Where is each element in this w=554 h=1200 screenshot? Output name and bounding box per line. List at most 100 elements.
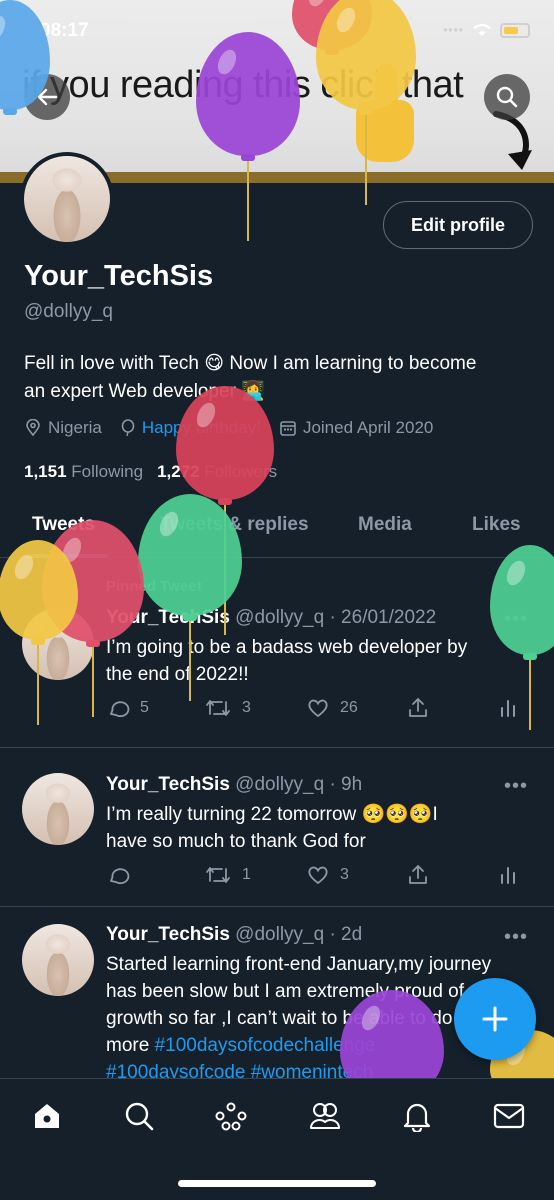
- following-count: 1,151: [24, 462, 67, 481]
- notifications-icon: [403, 1103, 431, 1132]
- tweet-line: the end of 2022!!: [106, 664, 249, 685]
- like-count: 26: [340, 699, 358, 716]
- tweet-line: I’m really turning 22 tomorrow 🥺🥺🥺I: [106, 804, 438, 825]
- home-icon: [35, 1104, 59, 1128]
- wifi-icon: [473, 23, 491, 36]
- joined-text: Joined April 2020: [302, 418, 434, 437]
- search-icon: [125, 1102, 154, 1131]
- more-options-icon[interactable]: •••: [504, 608, 528, 631]
- followers-label: Followers: [204, 462, 278, 481]
- tweet-text: I’m really turning 22 tomorrow 🥺🥺🥺I have…: [106, 801, 536, 855]
- share-button[interactable]: [406, 696, 430, 720]
- tweet-line: I’m going to be a badass web developer b…: [106, 637, 468, 658]
- tweet-header: Your_TechSis @dollyy_q · 2d: [106, 924, 362, 946]
- retweet-count: 3: [242, 699, 251, 716]
- followers-count: 1,272: [157, 462, 200, 481]
- analytics-icon: [501, 867, 515, 884]
- search-button[interactable]: [484, 74, 530, 120]
- like-count: 3: [340, 866, 349, 883]
- nav-notifications[interactable]: [400, 1099, 434, 1133]
- tweet-avatar[interactable]: [22, 773, 94, 845]
- arrow-left-icon: [37, 88, 58, 106]
- tweet-meta: @dollyy_q · 9h: [235, 774, 363, 795]
- more-options-icon[interactable]: •••: [504, 775, 528, 798]
- tweet-line: have so much to thank God for: [106, 831, 366, 852]
- analytics-button[interactable]: [498, 863, 518, 887]
- tab-likes[interactable]: Likes: [472, 514, 521, 536]
- tab-tweets[interactable]: Tweets: [32, 514, 95, 536]
- retweet-button[interactable]: 1: [204, 863, 251, 887]
- birthday-text[interactable]: Happy birthday!: [142, 418, 261, 438]
- bio-line: Fell in love with Tech 😋 Now I am learni…: [24, 353, 477, 374]
- reply-button[interactable]: [106, 863, 140, 887]
- profile-avatar[interactable]: [20, 152, 114, 246]
- follow-stats: 1,151 Following 1,272 Followers: [24, 462, 277, 482]
- tweet-header: Your_TechSis @dollyy_q · 26/01/2022: [106, 607, 436, 629]
- tweet-author-name: Your_TechSis: [106, 924, 230, 945]
- more-options-icon[interactable]: •••: [504, 926, 528, 949]
- analytics-icon: [501, 700, 515, 717]
- reply-count: 5: [140, 699, 149, 716]
- heart-icon: [308, 699, 328, 718]
- nav-messages[interactable]: [492, 1099, 526, 1133]
- retweet-button[interactable]: 3: [204, 696, 251, 720]
- retweet-count: 1: [242, 866, 251, 883]
- tweet-actions: 1 3: [106, 863, 522, 889]
- following-label: Following: [71, 462, 144, 481]
- search-icon: [496, 86, 518, 108]
- location-text: Nigeria: [48, 418, 102, 437]
- communities-icon: [310, 1103, 340, 1129]
- joined-item: Joined April 2020: [279, 418, 433, 438]
- retweet-icon: [206, 867, 230, 883]
- tweet-meta: @dollyy_q · 2d: [235, 924, 363, 945]
- hashtag-link[interactable]: #100daysofcodechallenge: [155, 1035, 376, 1056]
- edit-profile-button[interactable]: Edit profile: [383, 201, 533, 249]
- reply-button[interactable]: 5: [106, 696, 149, 720]
- tab-media[interactable]: Media: [358, 514, 412, 536]
- share-icon: [409, 865, 427, 884]
- tweet-header: Your_TechSis @dollyy_q · 9h: [106, 774, 362, 796]
- followers-link[interactable]: 1,272 Followers: [157, 462, 277, 482]
- profile-handle: @dollyy_q: [24, 301, 113, 322]
- retweet-icon: [206, 700, 230, 716]
- status-icons: ••••: [443, 22, 530, 38]
- back-button[interactable]: [24, 74, 70, 120]
- tweet-item[interactable]: Your_TechSis @dollyy_q · 9h ••• I’m real…: [0, 749, 554, 907]
- curved-arrow-icon: [493, 111, 532, 170]
- thumbs-up-hand: [356, 100, 414, 162]
- tweet-meta: @dollyy_q · 26/01/2022: [235, 607, 437, 628]
- compose-tweet-button[interactable]: [454, 978, 536, 1060]
- tweet-line: #100daysofcode #womenintech: [106, 1059, 546, 1078]
- like-button[interactable]: 3: [306, 863, 349, 887]
- tweet-avatar[interactable]: [22, 608, 94, 680]
- status-bar: 08:17 ••••: [0, 0, 554, 60]
- share-icon: [409, 698, 427, 717]
- nav-communities[interactable]: [308, 1099, 342, 1133]
- heart-icon: [308, 866, 328, 885]
- share-button[interactable]: [406, 863, 430, 887]
- spaces-icon: [215, 1102, 247, 1131]
- calendar-icon: [280, 421, 296, 436]
- tab-tweets-replies[interactable]: Tweets & replies: [160, 514, 309, 536]
- profile-meta: Nigeria Happy birthday! Joined April 202…: [24, 418, 433, 438]
- like-button[interactable]: 26: [306, 696, 358, 720]
- following-link[interactable]: 1,151 Following: [24, 462, 143, 482]
- profile-bio: Fell in love with Tech 😋 Now I am learni…: [24, 350, 534, 406]
- tweet-text-segment: more: [106, 1035, 155, 1056]
- tweet-avatar[interactable]: [22, 924, 94, 996]
- nav-search[interactable]: [122, 1099, 156, 1133]
- bio-line: an expert Web developer 👩‍💻: [24, 381, 265, 402]
- display-name: Your_TechSis: [24, 260, 214, 292]
- reply-icon: [110, 868, 130, 885]
- nav-home[interactable]: [30, 1099, 64, 1133]
- hashtag-link[interactable]: #womenintech: [251, 1062, 374, 1078]
- nav-spaces[interactable]: [214, 1099, 248, 1133]
- status-time: 08:17: [40, 20, 89, 41]
- tweet-line: Started learning front-end January,my jo…: [106, 954, 492, 975]
- birthday-item[interactable]: Happy birthday!: [120, 418, 261, 438]
- analytics-button[interactable]: [498, 696, 518, 720]
- tweet-item[interactable]: Pinned Tweet Your_TechSis @dollyy_q · 26…: [0, 558, 554, 748]
- pinned-label: Pinned Tweet: [106, 578, 202, 595]
- tweet-author-name: Your_TechSis: [106, 607, 230, 628]
- hashtag-link[interactable]: #100daysofcode: [106, 1062, 245, 1078]
